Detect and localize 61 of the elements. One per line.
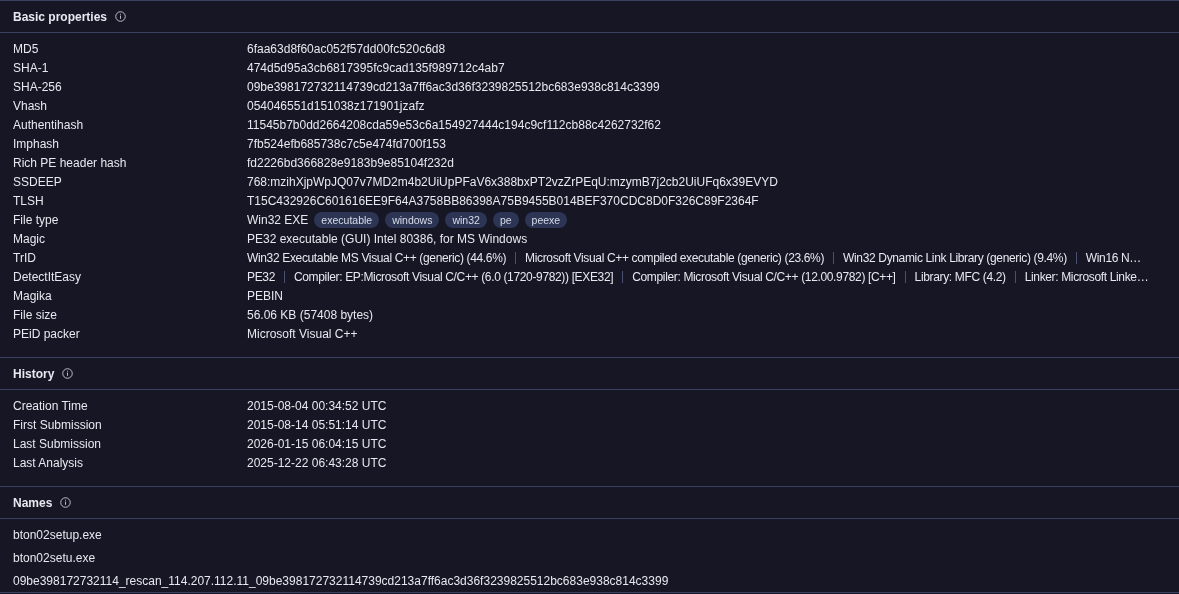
property-value: Library: MFC (4.2): [914, 269, 1006, 284]
file-name: 09be398172732114_rescan_114.207.112.11_09be398172732114739cd213a7ff6ac3d36f3239825512bc683e938c814c3399: [13, 574, 669, 588]
property-value: 768:mzihXjpWpJQ07v7MD2m4b2UiUpPFaV6x388bxPT2vzZrPEqU:mzymB7j2cb2UiUFq6x39EVYD: [247, 174, 779, 189]
property-label: File size: [13, 307, 58, 322]
section-title: Names: [13, 495, 53, 510]
property-label: SHA-1: [13, 60, 50, 75]
info-icon[interactable]: [60, 497, 72, 508]
property-label: Last Submission: [13, 436, 103, 451]
property-label: Authentihash: [13, 117, 85, 132]
property-label: TLSH: [13, 193, 45, 208]
tag[interactable]: pe: [492, 211, 519, 228]
section-title: History: [13, 366, 55, 381]
property-label: Creation Time: [13, 398, 89, 413]
property-value: 2025-12-22 06:43:28 UTC: [247, 455, 388, 470]
property-value: PE32: [247, 269, 275, 284]
file-name: bton02setu.exe: [13, 551, 96, 565]
property-label: SHA-256: [13, 79, 63, 94]
property-label: MD5: [13, 41, 40, 56]
property-value: Win32 Executable MS Visual C++ (generic) (44.6%): [247, 250, 507, 265]
property-value: Microsoft Visual C++ compiled executable (generic) (23.6%): [525, 250, 825, 265]
property-label: Rich PE header hash: [13, 155, 128, 170]
property-label: DetectItEasy: [13, 269, 83, 284]
property-value: 054046551d151038z171901jzafz: [247, 98, 426, 113]
property-label: Magika: [13, 288, 53, 303]
info-icon[interactable]: [115, 11, 127, 22]
property-label: Magic: [13, 231, 46, 246]
property-value: 474d5d95a3cb6817395fc9cad135f989712c4ab7: [247, 60, 506, 75]
tag[interactable]: windows: [385, 211, 440, 228]
property-label: Imphash: [13, 136, 61, 151]
section-title: Basic properties: [13, 9, 108, 24]
property-label: Vhash: [13, 98, 49, 113]
property-value: 6faa63d8f60ac052f57dd00fc520c6d8: [247, 41, 447, 56]
property-value: 7fb524efb685738c7c5e474fd700f153: [247, 136, 447, 151]
tag[interactable]: executable: [314, 211, 380, 228]
property-value: Win16 N…: [1085, 250, 1141, 265]
property-value: PE32 executable (GUI) Intel 80386, for MS Windows: [247, 231, 529, 246]
property-value: 2026-01-15 06:04:15 UTC: [247, 436, 388, 451]
property-label: SSDEEP: [13, 174, 63, 189]
property-value: T15C432926C601616EE9F64A3758BB86398A75B9455B014BEF370CDC8D0F326C89F2364F: [247, 193, 760, 208]
property-label: TrID: [13, 250, 37, 265]
property-label: Last Analysis: [13, 455, 85, 470]
property-value: Win32 Dynamic Link Library (generic) (9.4%): [843, 250, 1067, 265]
property-value: 2015-08-14 05:51:14 UTC: [247, 417, 388, 432]
property-label: PEiD packer: [13, 326, 81, 341]
property-value: Linker: Microsoft Linke…: [1024, 269, 1149, 284]
property-label: First Submission: [13, 417, 103, 432]
tag[interactable]: win32: [445, 211, 487, 228]
property-value: 2015-08-04 00:34:52 UTC: [247, 398, 388, 413]
tag[interactable]: peexe: [524, 211, 568, 228]
property-value: fd2226bd366828e9183b9e85104f232d: [247, 155, 455, 170]
property-value: PEBIN: [247, 288, 284, 303]
property-value: Compiler: EP:Microsoft Visual C/C++ (6.0 (1720-9782)) [EXE32]: [293, 269, 614, 284]
property-value: 11545b7b0dd2664208cda59e53c6a154927444c194c9cf112cb88c4262732f62: [247, 117, 662, 132]
property-value: Compiler: Microsoft Visual C/C++ (12.00.9782) [C++]: [632, 269, 896, 284]
property-value: 09be398172732114739cd213a7ff6ac3d36f3239825512bc683e938c814c3399: [247, 79, 661, 94]
file-name: bton02setup.exe: [13, 528, 102, 542]
property-label: File type: [13, 212, 60, 227]
property-value: Microsoft Visual C++: [247, 326, 359, 341]
property-value: Win32 EXE: [247, 212, 309, 227]
property-value: 56.06 KB (57408 bytes): [247, 307, 375, 322]
info-icon[interactable]: [62, 368, 74, 379]
